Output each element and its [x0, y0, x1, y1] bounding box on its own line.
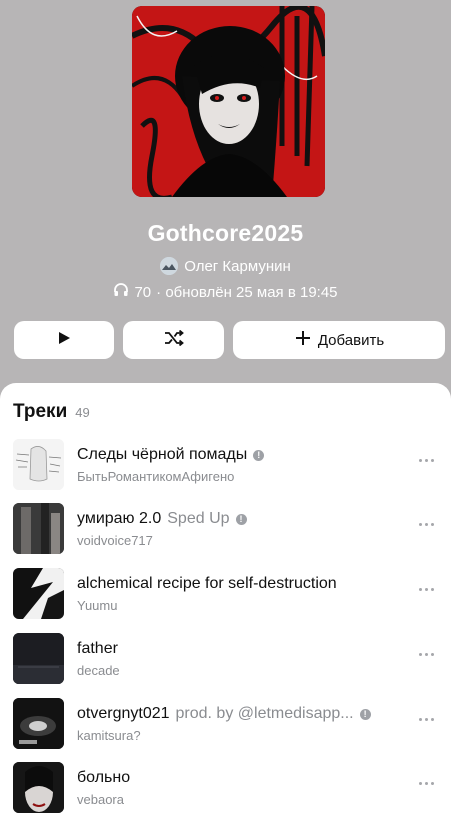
more-dots-icon[interactable] — [419, 523, 434, 526]
track-row[interactable]: Следы чёрной помады ! БытьРомантикомАфиг… — [0, 435, 451, 495]
shuffle-button[interactable] — [123, 321, 224, 359]
track-row[interactable]: alchemical recipe for self-destruction Y… — [0, 564, 451, 624]
playlist-header: Gothcore2025 Олег Кармунин 70 · обновлён… — [0, 0, 451, 400]
track-title: alchemical recipe for self-destruction — [77, 575, 337, 592]
info-icon: ! — [359, 708, 371, 720]
shuffle-icon — [164, 329, 184, 350]
track-row[interactable]: otvergnyt021 prod. by @letmedisapp... ! … — [0, 694, 451, 754]
tracks-header: Треки 49 — [13, 401, 90, 423]
more-dots-icon[interactable] — [419, 588, 434, 591]
track-title: father — [77, 640, 118, 657]
tracks-count: 49 — [75, 405, 90, 420]
playlist-title: Gothcore2025 — [147, 220, 304, 246]
info-icon: ! — [253, 449, 265, 461]
track-row[interactable]: умираю 2.0 Sped Up ! voidvoice717 — [0, 499, 451, 559]
playlist-meta: 70 · обновлён 25 мая в 19:45 — [0, 282, 451, 302]
more-dots-icon[interactable] — [419, 782, 434, 785]
track-title: otvergnyt021 — [77, 705, 170, 722]
track-artist: kamitsura? — [77, 728, 141, 743]
play-button[interactable] — [14, 321, 114, 359]
track-title: Следы чёрной помады — [77, 446, 248, 463]
more-dots-icon[interactable] — [419, 459, 434, 462]
play-icon — [57, 331, 71, 349]
tracks-title: Треки — [13, 401, 68, 422]
add-button[interactable]: Добавить — [233, 321, 445, 359]
plus-icon — [294, 329, 312, 351]
listens-count: 70 — [134, 283, 152, 301]
track-title: больно — [77, 769, 131, 786]
add-button-label: Добавить — [317, 331, 385, 349]
author-name: Олег Кармунин — [184, 257, 291, 275]
more-dots-icon[interactable] — [419, 718, 434, 721]
more-dots-icon[interactable] — [419, 653, 434, 656]
track-cover — [13, 439, 64, 490]
playlist-cover — [132, 6, 325, 197]
track-cover — [13, 762, 64, 813]
tracks-sheet: Треки 49 Следы чёрной помады ! БытьРоман… — [0, 383, 451, 813]
author-link[interactable]: Олег Кармунин — [0, 256, 451, 276]
track-cover — [13, 633, 64, 684]
track-artist: voidvoice717 — [77, 533, 153, 548]
track-artist: БытьРомантикомАфигено — [77, 469, 235, 484]
track-row[interactable]: father decade — [0, 629, 451, 689]
track-artist: decade — [77, 663, 120, 678]
track-version: Sped Up — [167, 510, 230, 527]
author-avatar — [160, 257, 179, 275]
headphones-icon — [113, 282, 129, 302]
track-cover — [13, 503, 64, 554]
track-artist: Yuumu — [77, 598, 118, 613]
updated-text: · обновлён 25 мая в 19:45 — [156, 283, 338, 301]
track-title: умираю 2.0 — [77, 510, 162, 527]
track-cover — [13, 568, 64, 619]
track-row[interactable]: больно vebaora — [0, 758, 451, 818]
track-cover — [13, 698, 64, 749]
info-icon: ! — [235, 513, 247, 525]
track-version: prod. by @letmedisapp... — [175, 705, 354, 722]
